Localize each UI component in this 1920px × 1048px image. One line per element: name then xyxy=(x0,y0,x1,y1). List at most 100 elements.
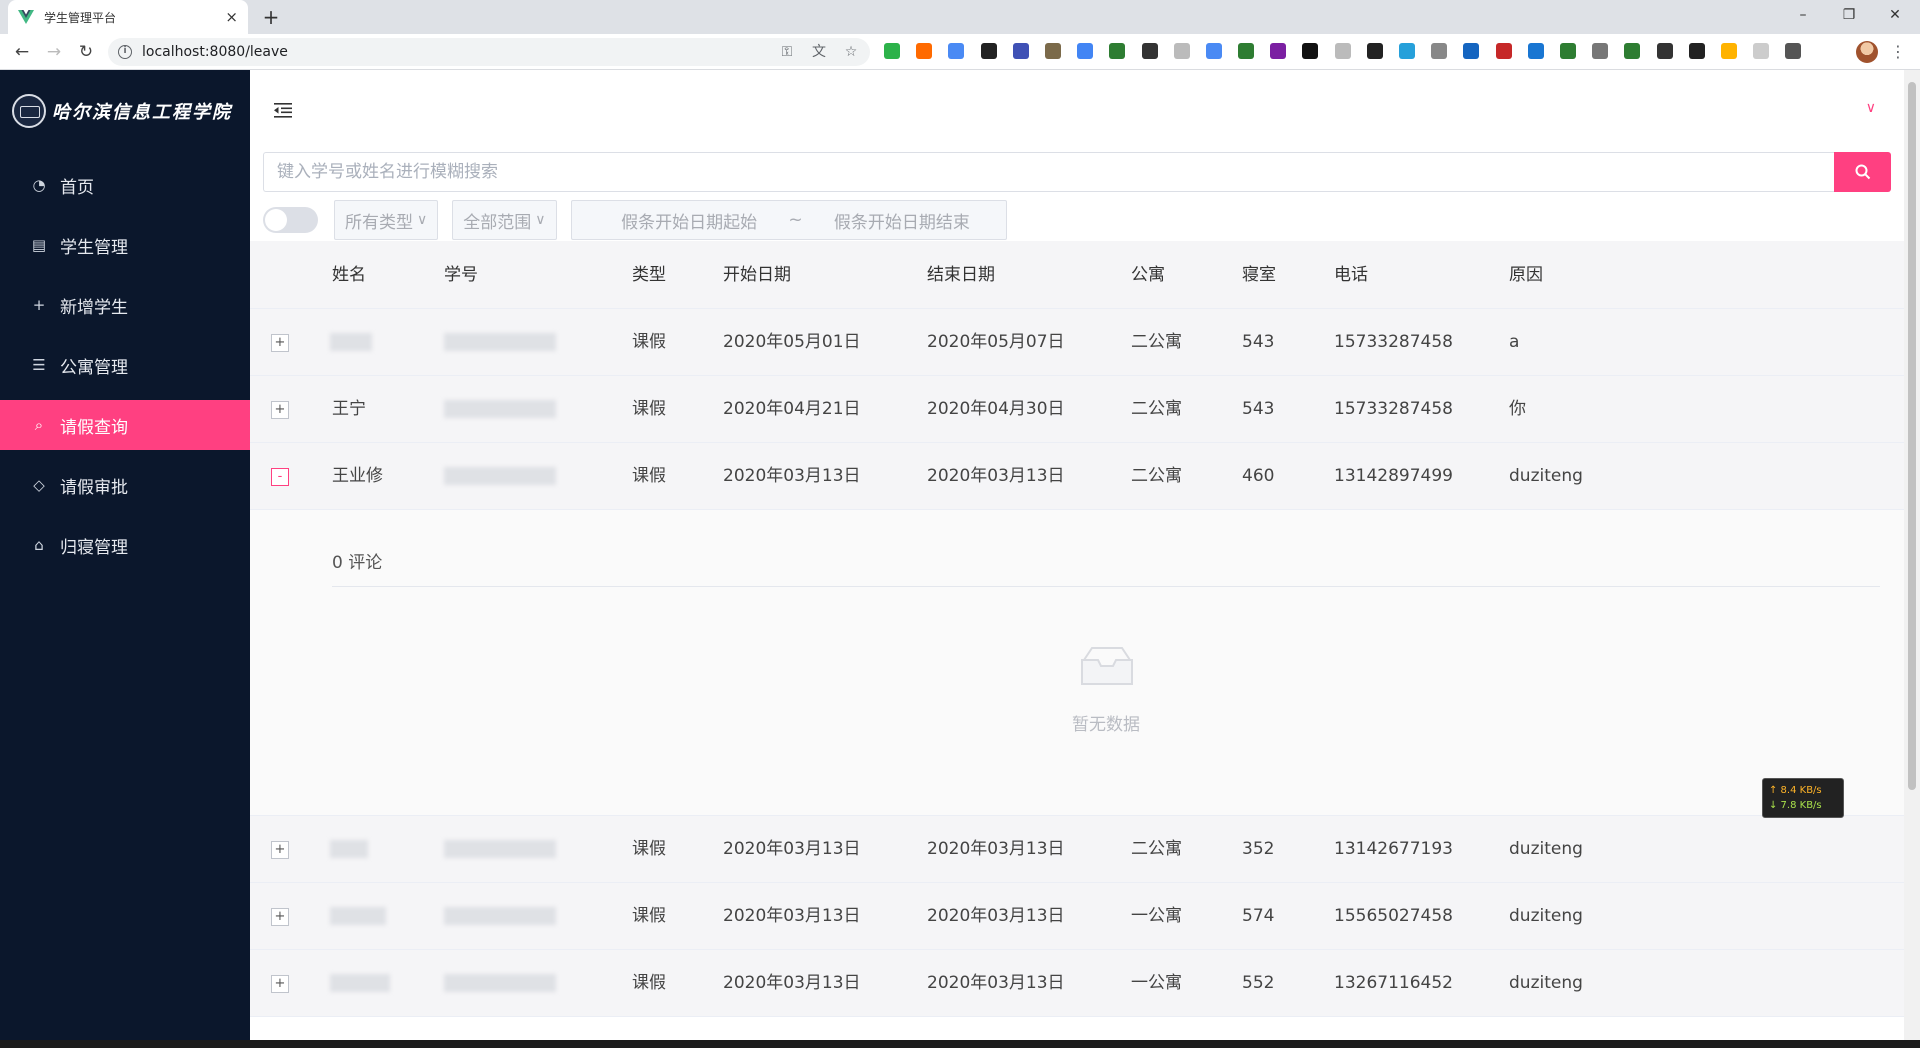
expand-row-button[interactable]: + xyxy=(271,334,289,352)
close-window-button[interactable]: ✕ xyxy=(1872,0,1918,30)
sidebar-item-home[interactable]: ◔ 首页 xyxy=(0,160,250,210)
expand-row-button[interactable]: + xyxy=(271,975,289,993)
extension-icon[interactable] xyxy=(1399,43,1415,59)
extension-icon[interactable] xyxy=(1720,43,1737,59)
cell-phone: 13142897499 xyxy=(1334,466,1453,486)
table-row[interactable]: + 课假 2020年05月01日 2020年05月07日 二公寓 543 157… xyxy=(250,309,1904,376)
sidebar-item-dorms[interactable]: ☰ 公寓管理 xyxy=(0,340,250,390)
forward-arrow-icon[interactable]: → xyxy=(40,38,68,66)
collapse-sidebar-icon[interactable] xyxy=(274,102,292,118)
sidebar-item-return-dorm[interactable]: ⌂ 归寝管理 xyxy=(0,520,250,570)
cell-name: 王业修 xyxy=(332,466,383,486)
extension-icon[interactable] xyxy=(1205,43,1222,59)
cell-phone: 15565027458 xyxy=(1334,906,1453,926)
column-header[interactable]: 结束日期 xyxy=(927,241,995,309)
back-arrow-icon[interactable]: ← xyxy=(8,38,36,66)
extension-icon[interactable] xyxy=(1431,43,1448,59)
extension-icon[interactable] xyxy=(1141,43,1158,59)
new-tab-button[interactable]: + xyxy=(258,4,284,30)
cell-name: 王宁 xyxy=(332,399,366,419)
column-header[interactable]: 开始日期 xyxy=(723,241,791,309)
table-row[interactable]: + 课假 2020年03月13日 2020年03月13日 一公寓 574 155… xyxy=(250,883,1904,950)
extension-icon[interactable] xyxy=(916,43,933,59)
page-scrollbar[interactable] xyxy=(1904,70,1920,1040)
key-icon[interactable]: ⚿ xyxy=(778,43,796,61)
filter-toggle[interactable] xyxy=(263,207,318,233)
sidebar-item-students[interactable]: ▤ 学生管理 xyxy=(0,220,250,270)
reload-icon[interactable]: ↻ xyxy=(72,38,100,66)
sidebar-item-leave-query[interactable]: ⌕ 请假查询 xyxy=(0,400,250,450)
column-header[interactable]: 寝室 xyxy=(1242,241,1276,309)
extension-icon[interactable] xyxy=(1173,43,1190,59)
extension-icon[interactable] xyxy=(1270,43,1287,59)
extension-icon[interactable] xyxy=(1238,43,1255,59)
cell-dorm: 二公寓 xyxy=(1131,839,1182,859)
scrollbar-thumb[interactable] xyxy=(1908,82,1916,790)
search-button[interactable] xyxy=(1834,152,1891,192)
date-end-input[interactable]: 假条开始日期结束 xyxy=(834,208,970,233)
extension-icon[interactable] xyxy=(1366,43,1383,59)
extension-icon[interactable] xyxy=(1656,43,1673,59)
extension-icon[interactable] xyxy=(1302,43,1319,59)
collapse-row-button[interactable]: - xyxy=(271,468,289,486)
extension-icon[interactable] xyxy=(1624,43,1641,59)
expand-row-button[interactable]: + xyxy=(271,908,289,926)
column-header[interactable]: 公寓 xyxy=(1131,241,1165,309)
search-bar xyxy=(263,152,1891,192)
expand-row-button[interactable]: + xyxy=(271,841,289,859)
column-header[interactable]: 类型 xyxy=(632,241,666,309)
extension-icon[interactable] xyxy=(948,43,965,59)
browser-tab[interactable]: 学生管理平台 × xyxy=(8,0,248,34)
chevron-down-icon[interactable]: ∨ xyxy=(1866,100,1876,116)
cell-room: 543 xyxy=(1242,332,1275,352)
url-text[interactable]: localhost:8080/leave xyxy=(142,44,764,60)
table-row[interactable]: + 课假 2020年03月13日 2020年03月13日 一公寓 552 132… xyxy=(250,950,1904,1017)
extension-icon[interactable] xyxy=(1334,43,1351,59)
date-start-input[interactable]: 假条开始日期起始 xyxy=(621,208,757,233)
sidebar-item-label: 公寓管理 xyxy=(60,357,128,378)
cell-student-id xyxy=(444,883,556,950)
type-select[interactable]: 所有类型 ∨ xyxy=(334,200,439,240)
extension-icon[interactable] xyxy=(1688,43,1705,59)
tab-close-icon[interactable]: × xyxy=(225,8,238,26)
cell-dorm: 一公寓 xyxy=(1131,973,1182,993)
extension-icon[interactable] xyxy=(884,43,900,59)
extension-icon[interactable] xyxy=(1077,43,1094,59)
sidebar-item-add-student[interactable]: + 新增学生 xyxy=(0,280,250,330)
extension-icon[interactable] xyxy=(1785,43,1802,59)
column-header[interactable]: 原因 xyxy=(1509,241,1543,309)
column-header[interactable]: 姓名 xyxy=(332,241,366,309)
search-input[interactable] xyxy=(263,152,1834,192)
extension-icon[interactable] xyxy=(1559,43,1576,59)
extension-icon[interactable] xyxy=(1495,43,1512,59)
scope-select[interactable]: 全部范围 ∨ xyxy=(452,200,557,240)
extension-icon[interactable] xyxy=(1527,43,1544,59)
browser-menu-icon[interactable]: ⋮ xyxy=(1890,40,1906,64)
download-speed: ↓ 7.8 KB/s xyxy=(1769,800,1822,811)
extension-icon[interactable] xyxy=(1463,43,1480,59)
expand-row-button[interactable]: + xyxy=(271,401,289,419)
restore-button[interactable]: ❐ xyxy=(1826,0,1872,30)
sidebar-item-leave-approval[interactable]: ◇ 请假审批 xyxy=(0,460,250,510)
empty-text: 暂无数据 xyxy=(1072,715,1140,735)
extension-icon[interactable] xyxy=(1753,43,1770,59)
sidebar-item-label: 首页 xyxy=(60,177,94,198)
profile-avatar[interactable] xyxy=(1856,41,1878,63)
extension-icon[interactable] xyxy=(980,43,997,59)
minimize-button[interactable]: – xyxy=(1780,0,1826,30)
bookmark-star-icon[interactable]: ☆ xyxy=(842,43,860,61)
translate-icon[interactable]: 文 xyxy=(810,43,828,61)
address-bar[interactable]: i localhost:8080/leave ⚿ 文 ☆ xyxy=(108,38,870,66)
column-header[interactable]: 学号 xyxy=(444,241,478,309)
extension-icon[interactable] xyxy=(1109,43,1126,59)
column-header[interactable]: 电话 xyxy=(1334,241,1368,309)
table-row[interactable]: + 课假 2020年03月13日 2020年03月13日 二公寓 352 131… xyxy=(250,816,1904,883)
date-separator: ~ xyxy=(788,210,803,230)
extension-icon[interactable] xyxy=(1592,43,1609,59)
extension-icon[interactable] xyxy=(1012,43,1029,59)
extension-icon[interactable] xyxy=(1044,43,1061,59)
date-range-picker[interactable]: 假条开始日期起始 ~ 假条开始日期结束 xyxy=(570,200,1007,240)
table-row[interactable]: + 王宁 课假 2020年04月21日 2020年04月30日 二公寓 543 … xyxy=(250,376,1904,443)
table-row[interactable]: - 王业修 课假 2020年03月13日 2020年03月13日 二公寓 460… xyxy=(250,443,1904,510)
site-info-icon[interactable]: i xyxy=(118,45,132,59)
